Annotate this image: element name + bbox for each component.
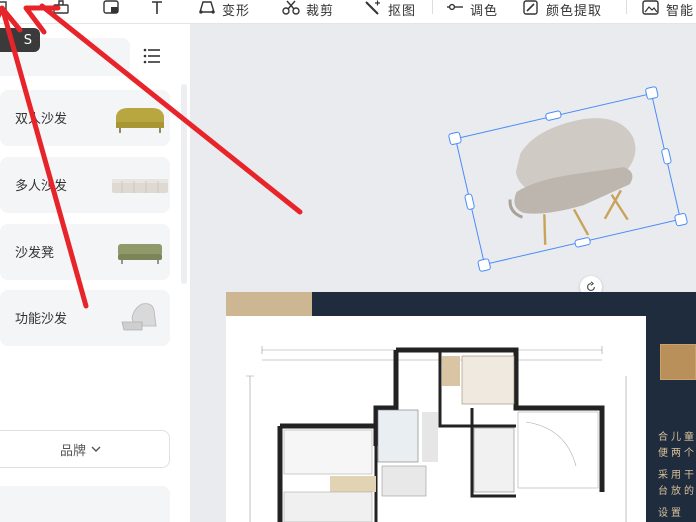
category-card-sofa-stool[interactable]: 沙发凳 (0, 224, 170, 280)
eyedropper-icon (523, 0, 538, 15)
text-tool-icon[interactable] (148, 0, 166, 18)
toolbar-divider (626, 0, 627, 14)
double-sofa-thumbnail (116, 108, 164, 133)
category-label: 双人沙发 (15, 112, 68, 127)
cutout-button[interactable]: 抠图 (364, 0, 417, 19)
sidebar-scrollbar[interactable] (181, 84, 187, 284)
function-sofa-thumbnail (121, 303, 157, 331)
scissors-icon (282, 0, 300, 15)
transform-icon (199, 1, 215, 14)
sofa-stool-thumbnail (118, 244, 162, 264)
color-extract-button[interactable]: 颜色提取 (522, 0, 603, 19)
adjust-slider-icon (447, 3, 463, 11)
selection-border (454, 92, 682, 266)
brand-filter-dropdown[interactable]: 品牌 (0, 430, 170, 468)
shape-icon[interactable] (102, 0, 120, 18)
design-canvas[interactable]: 合儿童 便两个 采用干 台放的 设置 (190, 24, 696, 522)
list-view-button[interactable] (140, 44, 164, 68)
color-extract-label: 颜色提取 (546, 3, 603, 19)
selected-chair-object[interactable] (447, 85, 689, 273)
crop-button[interactable]: 裁剪 (282, 0, 335, 19)
list-icon (143, 48, 160, 64)
tooltip: S (0, 28, 40, 52)
floor-plan-text-line: 设置 (658, 508, 684, 519)
category-card-function-sofa[interactable]: 功能沙发 (0, 290, 170, 346)
top-toolbar: 变形 裁剪 抠图 调色 颜色提取 智能 (0, 0, 696, 24)
brand-result-card[interactable] (0, 486, 170, 522)
crop-label: 裁剪 (306, 3, 335, 19)
brand-filter-label: 品牌 (59, 443, 86, 459)
category-card-multi-sofa[interactable]: 多人沙发 (0, 157, 170, 213)
smart-button[interactable]: 智能 (642, 0, 695, 19)
floor-plan-text-line: 采用干 (658, 470, 696, 481)
multi-sofa-thumbnail (112, 179, 168, 193)
floor-plan-text-line: 合儿童 (658, 432, 696, 443)
gold-accent-block (660, 344, 696, 380)
floor-plan-image[interactable]: 合儿童 便两个 采用干 台放的 设置 (226, 292, 696, 522)
category-label: 多人沙发 (15, 179, 68, 194)
layer-icon[interactable] (0, 0, 18, 18)
resize-handle-top-right[interactable] (644, 85, 659, 101)
stamp-icon[interactable] (52, 0, 70, 18)
category-card-double-sofa[interactable]: 双人沙发 (0, 90, 170, 146)
left-sidebar: 双人沙发 多人沙发 沙发凳 功能沙发 品牌 (0, 24, 190, 522)
resize-handle-bottom-right[interactable] (673, 212, 689, 227)
color-adjust-label: 调色 (470, 3, 499, 19)
floor-plan-drawing (246, 346, 627, 522)
tooltip-text: S (23, 32, 32, 48)
transform-label: 变形 (222, 3, 251, 19)
image-icon (642, 0, 659, 15)
transform-button[interactable]: 变形 (198, 0, 251, 19)
toolbar-divider (432, 0, 433, 14)
cutout-label: 抠图 (388, 3, 417, 19)
floor-plan-text-line: 便两个 (658, 448, 696, 459)
category-label: 功能沙发 (15, 312, 68, 327)
wood-texture-strip (226, 292, 312, 316)
smart-label: 智能 (666, 3, 695, 19)
color-adjust-button[interactable]: 调色 (446, 0, 499, 19)
magic-wand-icon (365, 0, 380, 15)
category-label: 沙发凳 (15, 246, 55, 261)
floor-plan-text-line: 台放的 (658, 486, 696, 497)
resize-handle-bottom-left[interactable] (477, 257, 492, 273)
floor-plan-paper (226, 316, 646, 522)
chevron-down-icon (91, 446, 101, 452)
